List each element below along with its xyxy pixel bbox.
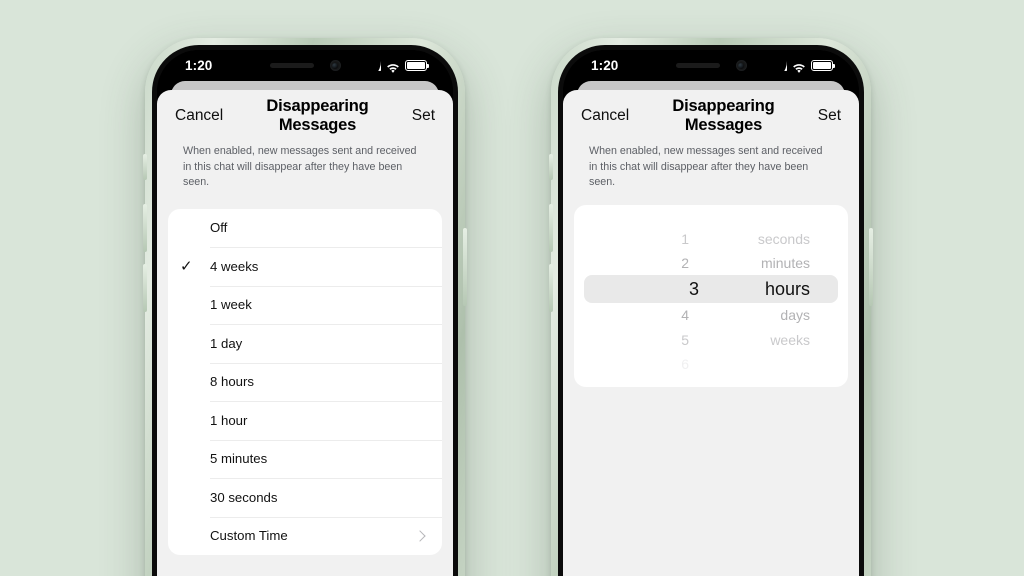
silent-switch-right[interactable] bbox=[549, 154, 553, 180]
set-button[interactable]: Set bbox=[412, 107, 435, 125]
volume-up-button-left[interactable] bbox=[143, 204, 147, 252]
duration-options-list: Off ✓ 4 weeks 1 week 1 day 8 hours 1 hour 5 min… bbox=[168, 208, 442, 556]
picker-number: 6 bbox=[681, 355, 689, 372]
page-title: Disappearing Messages bbox=[672, 97, 775, 134]
wifi-icon bbox=[386, 61, 400, 73]
duration-option-row[interactable]: 1 hour bbox=[168, 401, 442, 440]
picker-row-selected[interactable]: 3 hours bbox=[584, 275, 838, 304]
front-camera-icon bbox=[329, 60, 341, 71]
chevron-right-icon bbox=[414, 530, 426, 542]
set-button[interactable]: Set bbox=[818, 107, 841, 125]
sheet-navbar-right: Cancel Disappearing Messages Set bbox=[563, 90, 859, 142]
notch-right bbox=[635, 50, 787, 81]
picker-unit: hours bbox=[764, 278, 810, 299]
picker-row[interactable]: 4 days bbox=[574, 303, 848, 327]
duration-option-label: 30 seconds bbox=[210, 489, 278, 505]
picker-wheels[interactable]: 1 seconds 2 minutes 3 hours 4 days 5 weeks 6 bbox=[574, 227, 848, 376]
sheet-area-left: Cancel Disappearing Messages Set When en… bbox=[157, 81, 453, 576]
picker-unit: days bbox=[780, 307, 810, 324]
custom-time-picker[interactable]: 1 seconds 2 minutes 3 hours 4 days 5 weeks 6 bbox=[574, 204, 848, 387]
sheet-description: When enabled, new messages sent and rece… bbox=[589, 145, 823, 188]
wifi-icon bbox=[792, 61, 806, 73]
picker-number: 2 bbox=[681, 254, 689, 271]
power-button-left[interactable] bbox=[463, 228, 467, 306]
duration-option-row[interactable]: 1 day bbox=[168, 324, 442, 363]
duration-option-row[interactable]: ✓ 4 weeks bbox=[168, 247, 442, 286]
phone-frame-right: 1:20 Cancel Disappearing Messages Set Wh… bbox=[558, 45, 864, 576]
duration-option-label: 5 minutes bbox=[210, 451, 268, 467]
phone-device-left: 1:20 Cancel Disappearing Messages Set Wh… bbox=[143, 38, 467, 576]
page-title: Disappearing Messages bbox=[266, 97, 369, 134]
sheet-description: When enabled, new messages sent and rece… bbox=[183, 145, 417, 188]
duration-option-label: Off bbox=[210, 220, 228, 236]
picker-unit: weeks bbox=[770, 331, 810, 348]
picker-row[interactable]: 6 bbox=[574, 352, 848, 376]
duration-option-label: Custom Time bbox=[210, 528, 288, 544]
power-button-right[interactable] bbox=[869, 228, 873, 306]
silent-switch-left[interactable] bbox=[143, 154, 147, 180]
front-camera-icon bbox=[735, 60, 747, 71]
phone-screen-left: 1:20 Cancel Disappearing Messages Set Wh… bbox=[157, 50, 453, 576]
picker-number: 3 bbox=[688, 278, 699, 299]
duration-option-row[interactable]: 5 minutes bbox=[168, 439, 442, 479]
earpiece-speaker-icon bbox=[675, 63, 720, 68]
checkmark-icon: ✓ bbox=[180, 257, 193, 275]
disappearing-messages-sheet-left: Cancel Disappearing Messages Set When en… bbox=[157, 90, 453, 576]
sheet-area-right: Cancel Disappearing Messages Set When en… bbox=[563, 81, 859, 576]
picker-row[interactable]: 1 seconds bbox=[574, 227, 848, 251]
picker-unit: seconds bbox=[757, 230, 810, 247]
cancel-button[interactable]: Cancel bbox=[581, 107, 629, 125]
duration-option-label: 4 weeks bbox=[210, 258, 259, 274]
earpiece-speaker-icon bbox=[269, 63, 314, 68]
duration-option-label: 8 hours bbox=[210, 374, 254, 390]
status-bar-time: 1:20 bbox=[591, 58, 619, 73]
sheet-navbar-left: Cancel Disappearing Messages Set bbox=[157, 90, 453, 142]
battery-full-icon bbox=[405, 60, 430, 71]
volume-down-button-right[interactable] bbox=[549, 264, 553, 312]
duration-option-row[interactable]: 8 hours bbox=[168, 362, 442, 402]
picker-number: 1 bbox=[681, 230, 689, 247]
picker-row[interactable]: 2 minutes bbox=[574, 251, 848, 275]
duration-option-row[interactable]: Off bbox=[168, 209, 442, 248]
picker-row[interactable]: 5 weeks bbox=[574, 327, 848, 351]
status-bar-time: 1:20 bbox=[185, 58, 213, 73]
battery-full-icon bbox=[811, 60, 836, 71]
phone-frame-left: 1:20 Cancel Disappearing Messages Set Wh… bbox=[152, 45, 458, 576]
picker-unit: minutes bbox=[760, 254, 810, 271]
volume-up-button-right[interactable] bbox=[549, 204, 553, 252]
duration-option-label: 1 week bbox=[210, 297, 252, 313]
duration-option-row[interactable]: Custom Time bbox=[168, 516, 442, 556]
volume-down-button-left[interactable] bbox=[143, 264, 147, 312]
duration-option-row[interactable]: 30 seconds bbox=[168, 478, 442, 517]
picker-number: 4 bbox=[681, 307, 689, 324]
cancel-button[interactable]: Cancel bbox=[175, 107, 223, 125]
duration-option-label: 1 hour bbox=[210, 412, 248, 428]
picker-number: 5 bbox=[681, 331, 689, 348]
disappearing-messages-sheet-right: Cancel Disappearing Messages Set When en… bbox=[563, 90, 859, 576]
phone-screen-right: 1:20 Cancel Disappearing Messages Set Wh… bbox=[563, 50, 859, 576]
notch-left bbox=[229, 50, 381, 81]
duration-option-label: 1 day bbox=[210, 335, 243, 351]
duration-option-row[interactable]: 1 week bbox=[168, 285, 442, 325]
phone-device-right: 1:20 Cancel Disappearing Messages Set Wh… bbox=[549, 38, 873, 576]
